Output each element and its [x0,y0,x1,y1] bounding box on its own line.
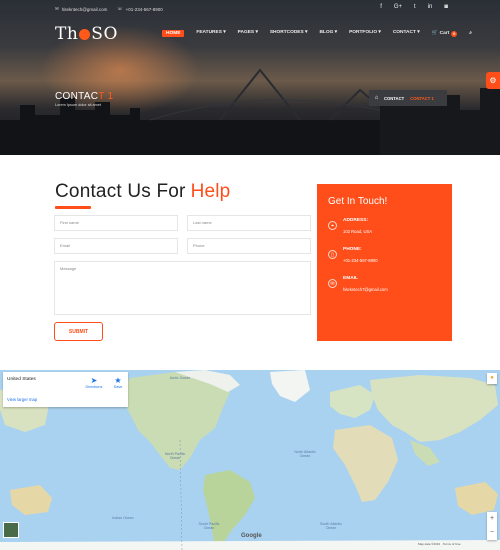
nav-portfolio[interactable]: PORTFOLIO ▾ [349,30,381,37]
linkedin-icon[interactable]: in [428,4,433,10]
address-label: ADDRESS: [343,218,369,223]
cart-icon: 🛒 [431,31,438,36]
save-label: Save [113,385,123,389]
breadcrumb-parent[interactable]: CONTACT [384,96,404,101]
phone-row: ▯ PHONE: +01-234-567-8900 [328,247,378,263]
main-nav: HOME FEATURES ▾ PAGES ▾ SHORTCODES ▾ BLO… [162,30,484,37]
nav-blog-label: BLOG [319,30,334,35]
top-phone-text: +01-234-567-8900 [125,6,163,12]
top-email-text: hitekntech@gmail.com [61,6,108,12]
settings-gear-icon[interactable]: ⚙ [486,72,500,89]
email-input[interactable]: Email [54,238,178,254]
ocean-label-north-pacific: North Pacific Ocean [164,452,186,460]
logo-mark-icon [79,29,91,40]
message-textarea[interactable]: Message [54,261,311,315]
phone-value: +01-234-567-8900 [343,258,378,263]
top-bar: ✉ hitekntech@gmail.com ☏ +01-234-567-890… [0,0,500,18]
instagram-icon[interactable]: ◙ [444,4,448,10]
top-phone: ☏ +01-234-567-8900 [117,6,163,12]
top-email[interactable]: ✉ hitekntech@gmail.com [55,6,107,12]
directions-icon: ➤ [90,376,98,385]
ocean-label-indian: Indian Ocean [112,516,134,520]
email-placeholder: Email [60,243,71,248]
heading-underline [55,206,91,209]
nav-blog[interactable]: BLOG ▾ [319,30,337,37]
nav-contact[interactable]: CONTACT ▾ [393,30,420,37]
nav-shortcodes-label: SHORTCODES [269,30,304,35]
last-name-placeholder: Last name [193,220,212,225]
mobile-icon: ▯ [328,250,337,259]
address-row: ⌖ ADDRESS: 102 Road, USA [328,218,372,234]
cart-count-badge: 0 [451,30,458,37]
zoom-control: + − [487,512,497,540]
city-skyline-image [0,68,500,155]
zoom-out-button[interactable]: − [487,526,497,540]
ocean-label-arctic: Arctic Ocean [169,376,191,380]
phone-label: PHONE: [343,247,362,252]
phone-icon: ☏ [117,6,123,11]
email-value[interactable]: hitekntech7@gmail.com [343,287,388,292]
logo-text-1: Th [55,24,79,44]
breadcrumb: ⌂ CONTACT CONTACT 1 [369,90,447,106]
map-footer[interactable]: Map data ©2016 · Terms of Use [418,542,461,546]
contact-heading-text: Contact Us For [55,181,186,202]
hero-banner: ✉ hitekntech@gmail.com ☏ +01-234-567-890… [0,0,500,155]
get-in-touch-card: Get In Touch! ⌖ ADDRESS: 102 Road, USA ▯… [317,184,452,341]
breadcrumb-current: CONTACT 1 [410,95,434,101]
nav-features-label: FEATURES [196,30,222,35]
first-name-input[interactable]: First name [54,215,178,231]
ocean-label-north-atlantic: North Atlantic Ocean [294,450,316,458]
contact-heading: Contact Us For Help [55,181,231,209]
first-name-placeholder: First name [60,220,79,225]
nav-portfolio-label: PORTFOLIO [349,30,378,35]
home-icon[interactable]: ⌂ [369,95,384,101]
last-name-input[interactable]: Last name [187,215,311,231]
email-label: EMAIL [343,276,358,281]
nav-home[interactable]: HOME [162,30,185,37]
nav-pages[interactable]: PAGES ▾ [238,30,258,37]
page-title: CONTACT 1 [55,91,113,102]
zoom-in-button[interactable]: + [487,512,497,526]
nav-pages-label: PAGES [237,30,255,35]
social-links: f G+ t in ◙ [380,4,448,10]
nav-features[interactable]: FEATURES ▾ [196,30,225,37]
save-button[interactable]: ★ Save [111,376,125,389]
search-icon[interactable]: ⌕ [469,30,472,37]
contact-heading-accent: Help [190,181,231,202]
location-icon: ⌖ [328,221,337,230]
phone-placeholder: Phone [193,243,205,248]
page-subtitle: Lorem Ipsum dolor sit amet [55,103,102,107]
map-place-name: United States [7,377,36,382]
view-larger-map-link[interactable]: View larger map [7,397,37,402]
card-title: Get In Touch! [328,196,388,207]
star-icon: ★ [114,376,122,385]
googleplus-icon[interactable]: G+ [394,4,402,10]
page-title-accent: T 1 [98,91,114,102]
directions-button[interactable]: ➤ Directions [85,376,103,389]
page-title-main: CONTAC [55,91,99,102]
envelope-icon: ✉ [55,6,59,11]
logo-text-2: SO [91,24,118,44]
facebook-icon[interactable]: f [380,4,382,10]
nav-cart[interactable]: 🛒 Cart 0 [432,30,458,37]
map-info-card: United States View larger map ➤ Direction… [3,372,128,407]
nav-contact-label: CONTACT [392,30,416,35]
twitter-icon[interactable]: t [414,4,416,10]
site-logo[interactable]: Th SO [55,24,118,44]
email-row: ✉ EMAIL hitekntech7@gmail.com [328,276,388,292]
nav-shortcodes[interactable]: SHORTCODES ▾ [270,30,308,37]
google-logo: Google [241,533,262,539]
phone-input[interactable]: Phone [187,238,311,254]
message-placeholder: Message [60,266,77,271]
address-value: 102 Road, USA [343,229,373,234]
mail-icon: ✉ [328,279,337,288]
directions-label: Directions [85,385,103,389]
cart-label: Cart [439,31,450,36]
map-type-toggle[interactable] [3,522,19,538]
ocean-label-south-pacific: South Pacific Ocean [198,522,220,530]
submit-button[interactable]: SUBMIT [54,322,103,341]
street-view-icon[interactable]: ● [487,373,497,384]
ocean-label-south-atlantic: South Atlantic Ocean [320,522,342,530]
